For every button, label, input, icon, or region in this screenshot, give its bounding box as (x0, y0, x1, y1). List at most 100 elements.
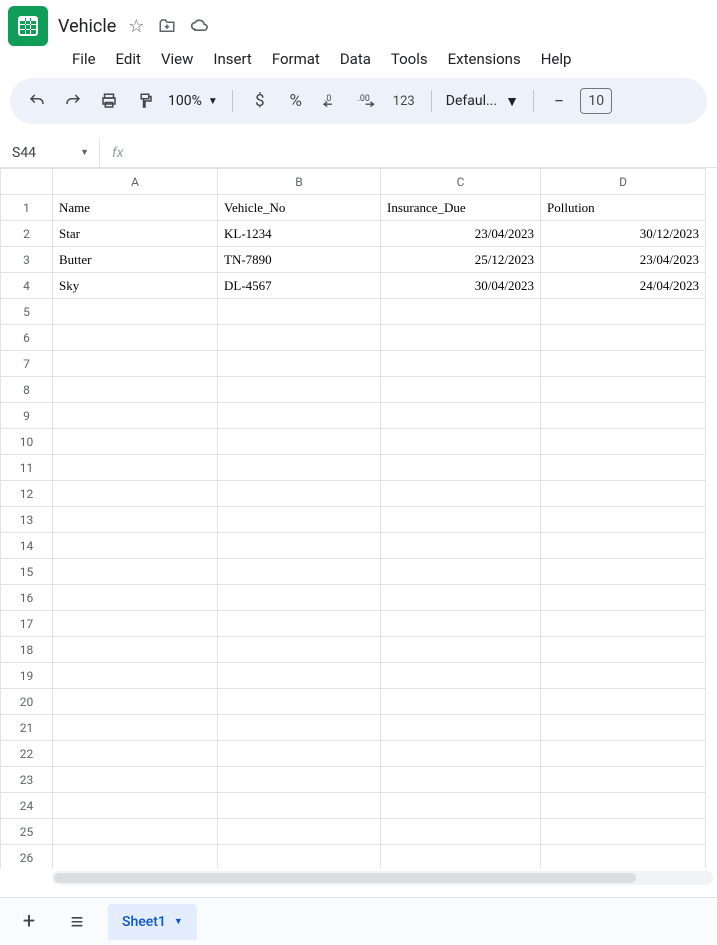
cell-B10[interactable] (218, 429, 381, 455)
row-header-12[interactable]: 12 (1, 481, 53, 507)
cell-B8[interactable] (218, 377, 381, 403)
row-header-24[interactable]: 24 (1, 793, 53, 819)
cell-A26[interactable] (53, 845, 218, 869)
menu-edit[interactable]: Edit (116, 50, 141, 68)
row-header-20[interactable]: 20 (1, 689, 53, 715)
cell-D4[interactable]: 24/04/2023 (541, 273, 706, 299)
cell-B21[interactable] (218, 715, 381, 741)
cell-A22[interactable] (53, 741, 218, 767)
cell-B13[interactable] (218, 507, 381, 533)
cell-D13[interactable] (541, 507, 706, 533)
paint-format-icon[interactable] (132, 88, 158, 114)
menu-data[interactable]: Data (340, 50, 371, 68)
sheet-tab-sheet1[interactable]: Sheet1▼ (108, 904, 197, 940)
cell-C6[interactable] (381, 325, 541, 351)
row-header-7[interactable]: 7 (1, 351, 53, 377)
menu-extensions[interactable]: Extensions (448, 50, 521, 68)
row-header-21[interactable]: 21 (1, 715, 53, 741)
cell-D3[interactable]: 23/04/2023 (541, 247, 706, 273)
cell-D5[interactable] (541, 299, 706, 325)
cell-B17[interactable] (218, 611, 381, 637)
row-header-10[interactable]: 10 (1, 429, 53, 455)
menu-view[interactable]: View (161, 50, 193, 68)
cell-B15[interactable] (218, 559, 381, 585)
cell-B3[interactable]: TN-7890 (218, 247, 381, 273)
menu-format[interactable]: Format (272, 50, 320, 68)
row-header-9[interactable]: 9 (1, 403, 53, 429)
row-header-4[interactable]: 4 (1, 273, 53, 299)
row-header-25[interactable]: 25 (1, 819, 53, 845)
cell-D8[interactable] (541, 377, 706, 403)
menu-file[interactable]: File (72, 50, 96, 68)
name-box[interactable]: S44 ▼ (0, 138, 100, 167)
cell-C4[interactable]: 30/04/2023 (381, 273, 541, 299)
row-header-23[interactable]: 23 (1, 767, 53, 793)
cell-C3[interactable]: 25/12/2023 (381, 247, 541, 273)
undo-icon[interactable] (24, 88, 50, 114)
spreadsheet-grid[interactable]: ABCD1NameVehicle_NoInsurance_DuePollutio… (0, 168, 706, 868)
font-family-select[interactable]: Defaul...▼ (446, 93, 519, 110)
cell-A19[interactable] (53, 663, 218, 689)
cell-D20[interactable] (541, 689, 706, 715)
cell-B5[interactable] (218, 299, 381, 325)
cell-A9[interactable] (53, 403, 218, 429)
cell-C5[interactable] (381, 299, 541, 325)
cell-A21[interactable] (53, 715, 218, 741)
cell-D15[interactable] (541, 559, 706, 585)
cell-B24[interactable] (218, 793, 381, 819)
cell-B7[interactable] (218, 351, 381, 377)
cell-C13[interactable] (381, 507, 541, 533)
cell-B23[interactable] (218, 767, 381, 793)
row-header-6[interactable]: 6 (1, 325, 53, 351)
cell-D26[interactable] (541, 845, 706, 869)
cell-A1[interactable]: Name (53, 195, 218, 221)
cell-A7[interactable] (53, 351, 218, 377)
row-header-3[interactable]: 3 (1, 247, 53, 273)
row-header-14[interactable]: 14 (1, 533, 53, 559)
cell-B14[interactable] (218, 533, 381, 559)
cell-A6[interactable] (53, 325, 218, 351)
row-header-13[interactable]: 13 (1, 507, 53, 533)
menu-help[interactable]: Help (541, 50, 572, 68)
cell-C14[interactable] (381, 533, 541, 559)
redo-icon[interactable] (60, 88, 86, 114)
cell-A24[interactable] (53, 793, 218, 819)
cell-B9[interactable] (218, 403, 381, 429)
cell-A17[interactable] (53, 611, 218, 637)
row-header-16[interactable]: 16 (1, 585, 53, 611)
cell-D25[interactable] (541, 819, 706, 845)
star-icon[interactable]: ☆ (128, 16, 144, 37)
cell-C26[interactable] (381, 845, 541, 869)
cell-A18[interactable] (53, 637, 218, 663)
print-icon[interactable] (96, 88, 122, 114)
cell-B20[interactable] (218, 689, 381, 715)
row-header-11[interactable]: 11 (1, 455, 53, 481)
horizontal-scrollbar[interactable] (52, 871, 713, 885)
decrease-decimal-icon[interactable]: .0 (319, 88, 345, 114)
col-header-D[interactable]: D (541, 169, 706, 195)
cell-D2[interactable]: 30/12/2023 (541, 221, 706, 247)
cell-A14[interactable] (53, 533, 218, 559)
decrease-font-size-button[interactable]: − (548, 91, 570, 112)
cell-C19[interactable] (381, 663, 541, 689)
cell-C22[interactable] (381, 741, 541, 767)
cell-C20[interactable] (381, 689, 541, 715)
cell-D18[interactable] (541, 637, 706, 663)
currency-button[interactable]: $ (247, 88, 273, 114)
row-header-22[interactable]: 22 (1, 741, 53, 767)
scrollbar-thumb[interactable] (54, 873, 636, 883)
select-all-corner[interactable] (1, 169, 53, 195)
cell-D21[interactable] (541, 715, 706, 741)
cell-A10[interactable] (53, 429, 218, 455)
cell-B22[interactable] (218, 741, 381, 767)
row-header-18[interactable]: 18 (1, 637, 53, 663)
cell-C10[interactable] (381, 429, 541, 455)
cell-C1[interactable]: Insurance_Due (381, 195, 541, 221)
cell-D11[interactable] (541, 455, 706, 481)
cell-A3[interactable]: Butter (53, 247, 218, 273)
cell-C18[interactable] (381, 637, 541, 663)
cell-D22[interactable] (541, 741, 706, 767)
percent-button[interactable]: % (283, 88, 309, 114)
sheets-logo[interactable] (8, 6, 48, 46)
row-header-15[interactable]: 15 (1, 559, 53, 585)
